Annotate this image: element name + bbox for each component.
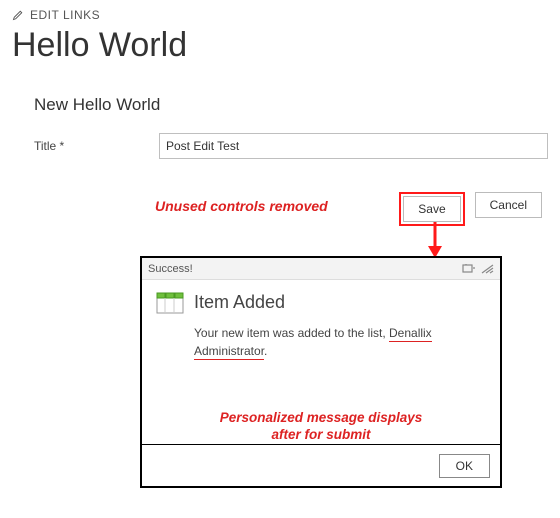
success-dialog: Success! Item Added Your new item was ad… — [140, 256, 502, 488]
button-row: Save Cancel — [399, 192, 542, 226]
form-subheader: New Hello World — [34, 95, 548, 115]
dialog-message-suffix: . — [264, 344, 267, 358]
arrow-down-icon — [424, 196, 446, 258]
edit-links-link[interactable]: EDIT LINKS — [12, 8, 548, 22]
page-title: Hello World — [12, 26, 548, 65]
dialog-footer: OK — [142, 444, 500, 486]
dialog-message: Your new item was added to the list, Den… — [194, 324, 486, 360]
dialog-header: Success! — [142, 258, 500, 280]
annotation-personalized-line2: after for submit — [271, 427, 370, 442]
annotation-removed: Unused controls removed — [155, 198, 328, 214]
dialog-message-prefix: Your new item was added to the list, — [194, 326, 389, 340]
ok-button[interactable]: OK — [439, 454, 490, 478]
edit-links-label: EDIT LINKS — [30, 8, 100, 22]
dialog-caption: Success! — [148, 263, 193, 275]
title-input[interactable] — [159, 133, 548, 159]
title-label: Title * — [34, 139, 159, 153]
maximize-icon[interactable] — [462, 264, 476, 274]
annotation-personalized-line1: Personalized message displays — [220, 410, 423, 425]
title-row: Title * — [34, 133, 548, 159]
resize-icon[interactable] — [480, 264, 494, 274]
list-icon — [156, 290, 184, 314]
cancel-button[interactable]: Cancel — [475, 192, 542, 218]
dialog-heading: Item Added — [194, 292, 285, 313]
dialog-body: Item Added Your new item was added to th… — [142, 280, 500, 444]
annotation-personalized: Personalized message displays after for … — [142, 410, 500, 444]
pencil-icon — [12, 9, 24, 21]
